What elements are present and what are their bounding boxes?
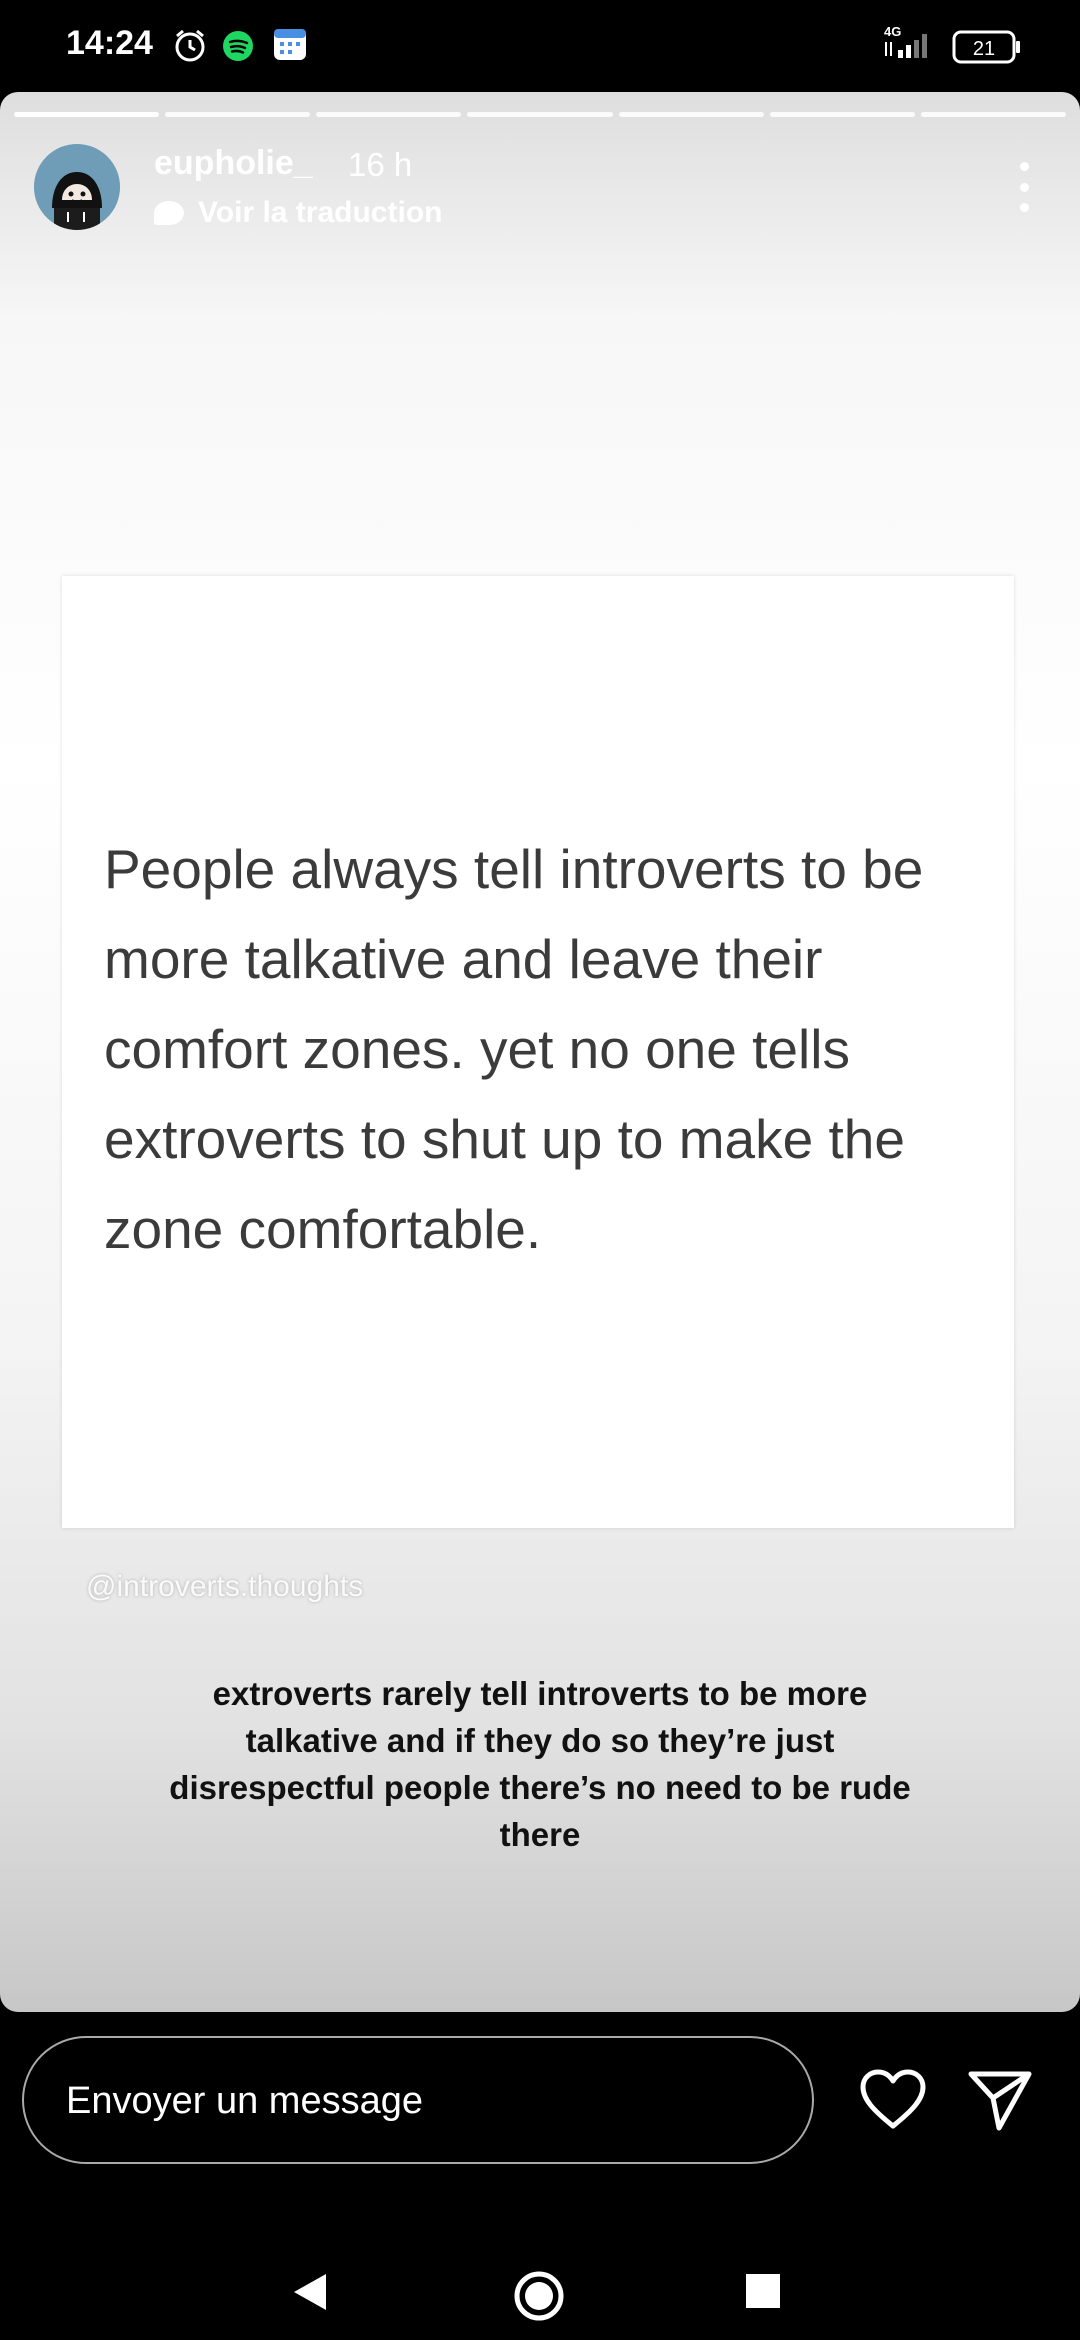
battery-icon: 21 [952,30,1022,69]
story-progress-segment [467,112,613,117]
avatar[interactable] [34,144,120,230]
story-caption: extroverts rarely tell introverts to be … [169,1675,911,1853]
story-progress-segment [920,112,1066,117]
spotify-icon [222,30,254,67]
home-icon[interactable] [513,2270,565,2327]
send-icon[interactable] [967,2068,1033,2137]
recents-icon[interactable] [746,2274,780,2308]
quote-text: People always tell introverts to be more… [104,838,924,1260]
message-input[interactable]: Envoyer un message [22,2036,814,2164]
story-progress-segment [14,112,160,117]
story-time-ago: 16 h [348,146,413,183]
quote-image: People always tell introverts to be more… [62,576,1014,1528]
back-icon[interactable] [292,2272,328,2317]
story-viewer[interactable]: eupholie_ 16 h Voir la traduction People… [0,92,1080,2012]
story-progress-segment [165,112,311,117]
more-options-icon[interactable] [1014,162,1034,212]
heart-icon[interactable] [859,2068,927,2137]
message-placeholder: Envoyer un message [66,2080,423,2122]
network-label: 4G [884,24,901,39]
watermark: @introverts.thoughts [86,1570,364,1603]
translate-bubble-icon [154,201,184,225]
translate-label: Voir la traduction [198,196,443,229]
translate-button[interactable]: Voir la traduction [154,196,442,230]
story-username[interactable]: eupholie_ [154,144,313,183]
story-progress-segment [618,112,764,117]
story-progress-segment [769,112,915,117]
status-bar: 14:24 4G 21 [0,0,1080,92]
battery-level: 21 [973,38,995,60]
alarm-icon [172,28,208,69]
system-navbar [0,2200,1080,2340]
story-progress [14,112,1066,117]
calendar-icon [272,26,308,67]
signal-icon: 4G [880,22,940,67]
status-time: 14:24 [66,24,153,62]
story-progress-segment [316,112,462,117]
